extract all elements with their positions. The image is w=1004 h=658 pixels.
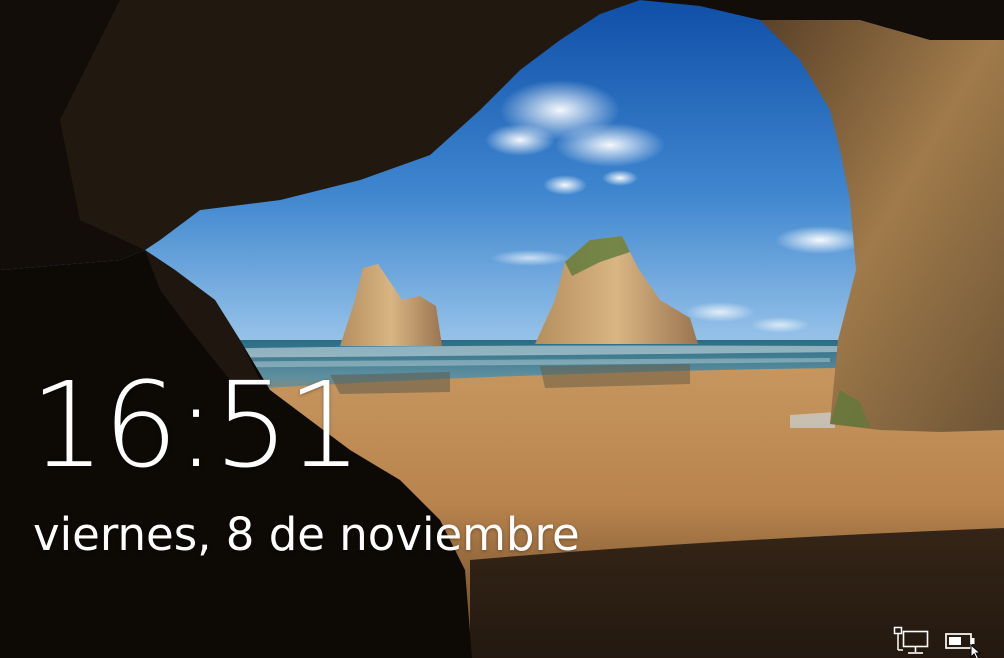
network-wired-icon[interactable] [893,626,929,656]
lock-screen-date: viernes, 8 de noviembre [33,508,580,561]
lock-screen[interactable]: 16:51 viernes, 8 de noviembre [0,0,1004,658]
lock-screen-clock: 16:51 [30,356,362,494]
battery-icon[interactable] [943,626,979,656]
